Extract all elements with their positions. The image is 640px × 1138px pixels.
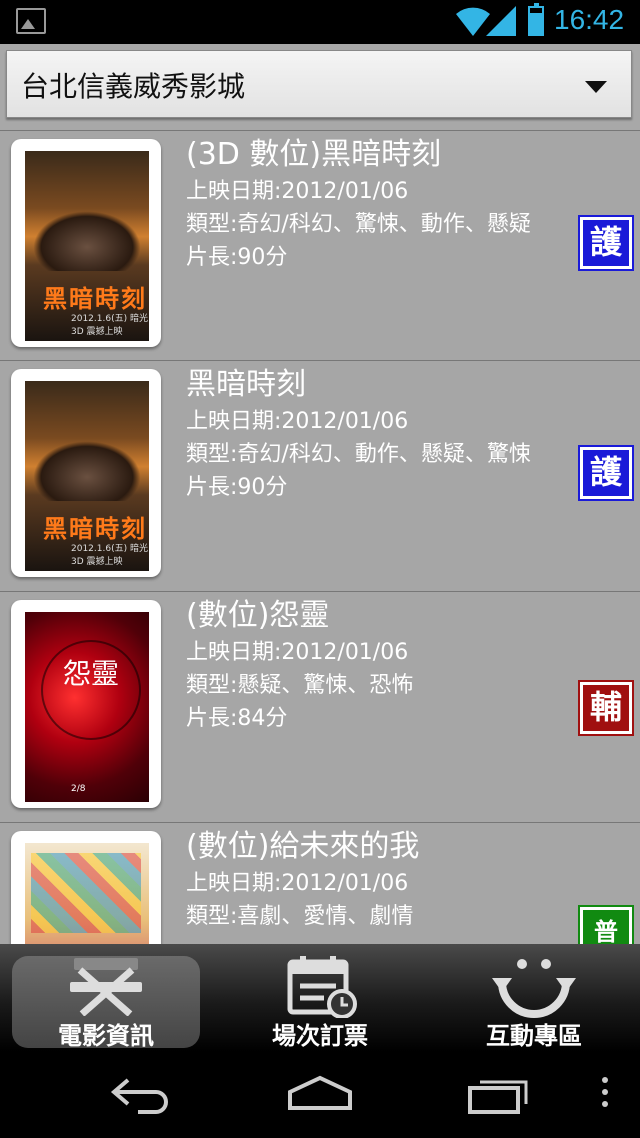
poster-image: 黑暗時刻 2012.1.6(五) 暗光3D 震撼上映 [25,381,149,571]
image-notification-icon [16,8,46,34]
movie-poster: 黑暗時刻 2012.1.6(五) 暗光3D 震撼上映 [11,139,161,347]
poster-title: 黑暗時刻 [43,515,147,543]
poster-title: 怨靈 [63,657,120,690]
directors-chair-icon [70,958,142,1016]
movie-info: (數位)怨靈 上映日期:2012/01/06 類型:懸疑、驚悚、恐怖 片長:84… [186,596,586,735]
movie-list-item[interactable]: 黑暗時刻 2012.1.6(五) 暗光3D 震撼上映 (3D 數位)黑暗時刻 上… [0,130,640,361]
back-icon[interactable] [108,1074,174,1114]
signal-icon [486,6,516,36]
smiley-arrows-icon [492,959,576,1018]
movie-info: 黑暗時刻 上映日期:2012/01/06 類型:奇幻/科幻、動作、懸疑、驚悚 片… [186,365,586,504]
movie-list-item[interactable]: 黑暗時刻 2012.1.6(五) 暗光3D 震撼上映 黑暗時刻 上映日期:201… [0,361,640,592]
app-content: 台北信義威秀影城 黑暗時刻 2012.1.6(五) 暗光3D 震撼上映 (3D … [0,44,640,1052]
movie-title: 黑暗時刻 [186,367,306,402]
rating-badge: 輔 [578,680,634,736]
home-icon[interactable] [286,1074,354,1114]
poster-subtitle: 2012.1.6(五) 暗光3D 震撼上映 [71,544,148,567]
movie-poster: 怨靈 2/8 [11,600,161,808]
movie-genre: 類型:奇幻/科幻、動作、懸疑、驚悚 [186,442,531,467]
poster-subtitle: 2012.1.6(五) 暗光3D 震撼上映 [71,314,148,337]
movie-release-date: 上映日期:2012/01/06 [186,871,409,896]
movie-genre: 類型:喜劇、愛情、劇情 [186,904,414,929]
cinema-selector-area: 台北信義威秀影城 [0,44,640,130]
poster-collage [31,853,141,933]
movie-release-date: 上映日期:2012/01/06 [186,179,409,204]
wifi-icon [456,7,490,36]
poster-image: 黑暗時刻 2012.1.6(五) 暗光3D 震撼上映 [25,151,149,341]
recent-apps-icon[interactable] [466,1074,532,1114]
rating-badge: 護 [578,215,634,271]
movie-genre: 類型:懸疑、驚悚、恐怖 [186,673,414,698]
tab-label: 電影資訊 [58,1022,154,1050]
battery-icon [528,3,544,36]
movie-poster: 黑暗時刻 2012.1.6(五) 暗光3D 震撼上映 [11,369,161,577]
movie-length: 片長:84分 [186,706,288,731]
menu-icon[interactable] [598,1074,612,1114]
dropdown-arrow-icon [585,81,607,93]
poster-subtitle: 2/8 [71,784,86,794]
movie-length: 片長:90分 [186,245,288,270]
movie-release-date: 上映日期:2012/01/06 [186,409,409,434]
movie-title: (3D 數位)黑暗時刻 [186,137,442,172]
movie-list[interactable]: 黑暗時刻 2012.1.6(五) 暗光3D 震撼上映 (3D 數位)黑暗時刻 上… [0,130,640,1052]
rating-badge: 護 [578,445,634,501]
status-bar: 16:42 [0,0,640,44]
system-nav-bar [0,1052,640,1138]
tab-movie-info[interactable]: 電影資訊 [12,956,200,1050]
tab-interactive-zone[interactable]: 互動專區 [440,956,628,1050]
bottom-tab-bar: 電影資訊 場次訂票 互動專區 [0,944,640,1052]
tab-label: 場次訂票 [272,1022,368,1050]
clock: 16:42 [554,4,625,35]
poster-title: 黑暗時刻 [43,285,147,313]
movie-info: (數位)給未來的我 上映日期:2012/01/06 類型:喜劇、愛情、劇情 [186,827,586,933]
poster-image: 怨靈 2/8 [25,612,149,802]
movie-length: 片長:90分 [186,475,288,500]
poster-figures [33,211,141,271]
movie-title: (數位)怨靈 [186,598,330,633]
movie-genre: 類型:奇幻/科幻、驚悚、動作、懸疑 [186,212,531,237]
tab-showtimes-booking[interactable]: 場次訂票 [226,956,414,1050]
movie-title: (數位)給未來的我 [186,829,420,864]
cinema-selector-value: 台北信義威秀影城 [21,70,246,103]
tab-label: 互動專區 [486,1022,582,1050]
calendar-clock-icon [287,956,357,1018]
movie-info: (3D 數位)黑暗時刻 上映日期:2012/01/06 類型:奇幻/科幻、驚悚、… [186,135,586,274]
cinema-selector[interactable]: 台北信義威秀影城 [6,50,632,118]
poster-figures [33,441,141,501]
movie-release-date: 上映日期:2012/01/06 [186,640,409,665]
movie-list-item[interactable]: 怨靈 2/8 (數位)怨靈 上映日期:2012/01/06 類型:懸疑、驚悚、恐… [0,592,640,823]
